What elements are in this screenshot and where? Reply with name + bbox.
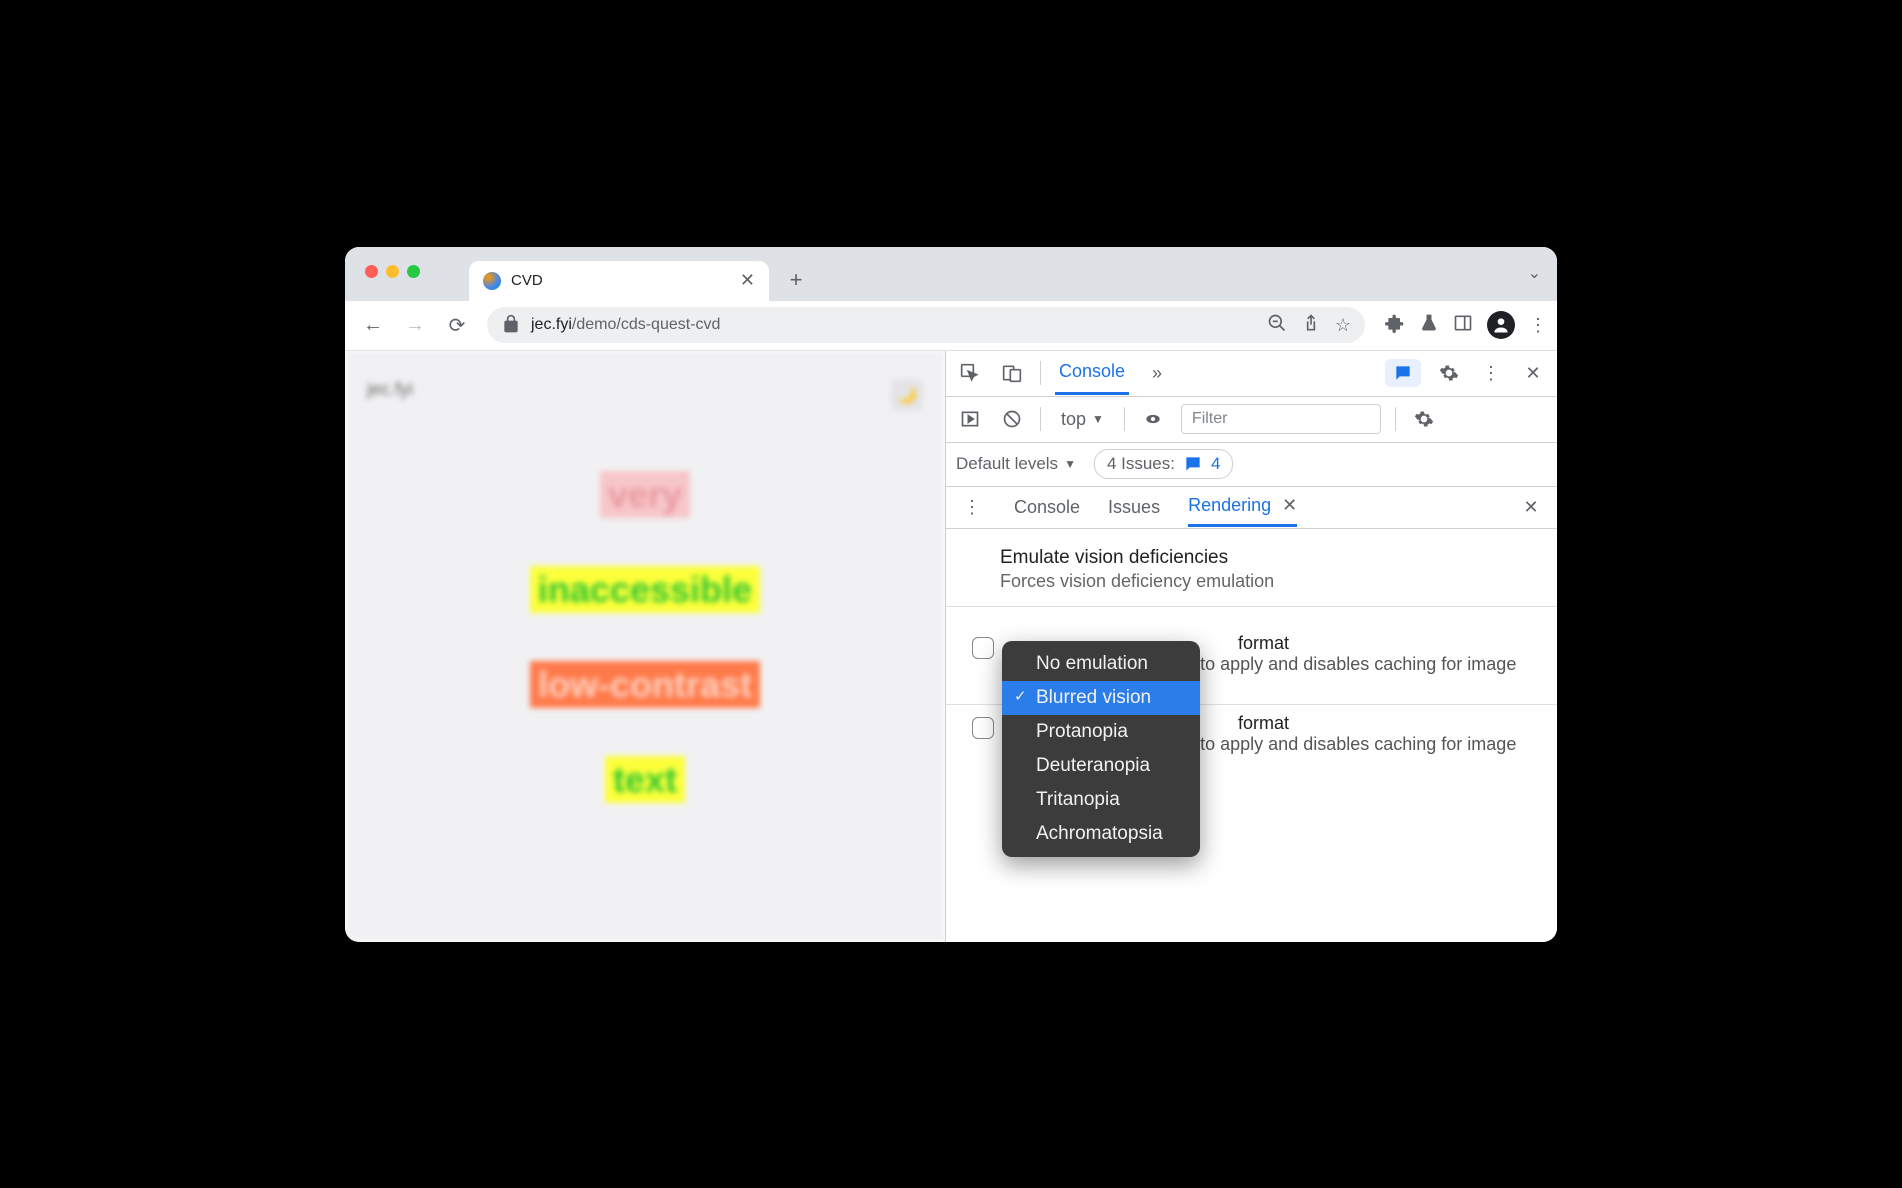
browser-toolbar: ← → ⟳ jec.fyi/demo/cds-quest-cvd ☆ ⋮ — [345, 301, 1557, 351]
console-filter-row: Default levels ▼ 4 Issues: 4 — [946, 443, 1557, 487]
site-logo: jec.fyi — [367, 379, 413, 411]
log-levels-dropdown[interactable]: Default levels ▼ — [956, 454, 1076, 474]
device-toolbar-icon[interactable] — [998, 359, 1026, 387]
maximize-window-button[interactable] — [407, 265, 420, 278]
clear-console-icon[interactable] — [998, 405, 1026, 433]
dropdown-item-deuteranopia[interactable]: Deuteranopia — [1002, 749, 1200, 783]
close-tab-button[interactable]: ✕ — [740, 270, 755, 291]
forward-button[interactable]: → — [397, 307, 433, 343]
console-settings-icon[interactable] — [1410, 405, 1438, 433]
tab-title: CVD — [511, 272, 543, 289]
dropdown-item-blurred-vision[interactable]: Blurred vision — [1002, 681, 1200, 715]
page-word-very: very — [600, 471, 690, 518]
url-path: /demo/cds-quest-cvd — [572, 316, 721, 333]
lock-icon — [501, 314, 521, 337]
more-tabs-icon[interactable]: » — [1143, 359, 1171, 387]
page-word-low-contrast: low-contrast — [530, 661, 760, 708]
content-area: jec.fyi 🌙 very inaccessible low-contrast… — [345, 351, 1557, 942]
zoom-icon[interactable] — [1267, 313, 1287, 338]
console-toolbar: top ▼ Filter — [946, 397, 1557, 443]
drawer-tabs: ⋮ Console Issues Rendering ✕ ✕ — [946, 487, 1557, 529]
favicon — [483, 272, 501, 290]
webp-title-suffix: format — [1238, 713, 1289, 733]
emulate-desc: Forces vision deficiency emulation — [1000, 571, 1531, 592]
back-button[interactable]: ← — [355, 307, 391, 343]
browser-menu-button[interactable]: ⋮ — [1529, 315, 1547, 336]
dropdown-item-protanopia[interactable]: Protanopia — [1002, 715, 1200, 749]
devtools-panel: Console » ⋮ ✕ top ▼ Filter Defau — [945, 351, 1557, 942]
emulate-vision-section: Emulate vision deficiencies Forces visio… — [946, 529, 1557, 607]
new-tab-button[interactable]: + — [781, 265, 811, 295]
live-expression-icon[interactable] — [1139, 405, 1167, 433]
reload-button[interactable]: ⟳ — [439, 307, 475, 343]
dropdown-item-tritanopia[interactable]: Tritanopia — [1002, 783, 1200, 817]
emulate-title: Emulate vision deficiencies — [1000, 547, 1531, 569]
extensions-icon[interactable] — [1385, 313, 1405, 338]
close-drawer-button[interactable]: ✕ — [1517, 493, 1545, 521]
drawer-menu-icon[interactable]: ⋮ — [958, 493, 986, 521]
dropdown-item-no-emulation[interactable]: No emulation — [1002, 647, 1200, 681]
page-word-inaccessible: inaccessible — [530, 566, 760, 613]
labs-icon[interactable] — [1419, 313, 1439, 338]
bookmark-icon[interactable]: ☆ — [1335, 315, 1351, 336]
browser-tab[interactable]: CVD ✕ — [469, 261, 769, 301]
devtools-menu-icon[interactable]: ⋮ — [1477, 359, 1505, 387]
drawer-tab-issues[interactable]: Issues — [1108, 489, 1160, 526]
profile-avatar[interactable] — [1487, 311, 1515, 339]
close-devtools-button[interactable]: ✕ — [1519, 359, 1547, 387]
issues-indicator-icon[interactable] — [1385, 359, 1421, 387]
share-icon[interactable] — [1301, 313, 1321, 338]
webpage-viewport: jec.fyi 🌙 very inaccessible low-contrast… — [345, 351, 945, 942]
window-controls — [365, 265, 420, 278]
filter-input[interactable]: Filter — [1181, 404, 1381, 434]
settings-icon[interactable] — [1435, 359, 1463, 387]
close-rendering-tab-icon[interactable]: ✕ — [1282, 495, 1297, 515]
dropdown-item-achromatopsia[interactable]: Achromatopsia — [1002, 817, 1200, 851]
context-selector[interactable]: top ▼ — [1055, 409, 1110, 430]
page-word-text: text — [605, 756, 685, 803]
webp-checkbox[interactable] — [972, 717, 994, 739]
issues-counter[interactable]: 4 Issues: 4 — [1094, 449, 1234, 479]
dark-mode-toggle[interactable]: 🌙 — [891, 379, 923, 411]
drawer-tab-rendering[interactable]: Rendering ✕ — [1188, 487, 1297, 527]
vision-deficiency-dropdown[interactable]: No emulation Blurred vision Protanopia D… — [1002, 641, 1200, 857]
drawer-tab-console[interactable]: Console — [1014, 489, 1080, 526]
avif-title-suffix: format — [1238, 633, 1289, 653]
show-sidebar-icon[interactable] — [956, 405, 984, 433]
tabs-dropdown-button[interactable]: ⌄ — [1528, 263, 1541, 283]
url-text: jec.fyi/demo/cds-quest-cvd — [531, 316, 1257, 334]
side-panel-icon[interactable] — [1453, 313, 1473, 338]
titlebar: CVD ✕ + ⌄ — [345, 247, 1557, 301]
close-window-button[interactable] — [365, 265, 378, 278]
inspect-element-icon[interactable] — [956, 359, 984, 387]
browser-window: CVD ✕ + ⌄ ← → ⟳ jec.fyi/demo/cds-quest-c… — [345, 247, 1557, 942]
address-bar[interactable]: jec.fyi/demo/cds-quest-cvd ☆ — [487, 307, 1365, 343]
minimize-window-button[interactable] — [386, 265, 399, 278]
tab-console[interactable]: Console — [1055, 351, 1129, 395]
url-host: jec.fyi — [531, 316, 572, 333]
devtools-tabbar: Console » ⋮ ✕ — [946, 351, 1557, 397]
avif-checkbox[interactable] — [972, 637, 994, 659]
